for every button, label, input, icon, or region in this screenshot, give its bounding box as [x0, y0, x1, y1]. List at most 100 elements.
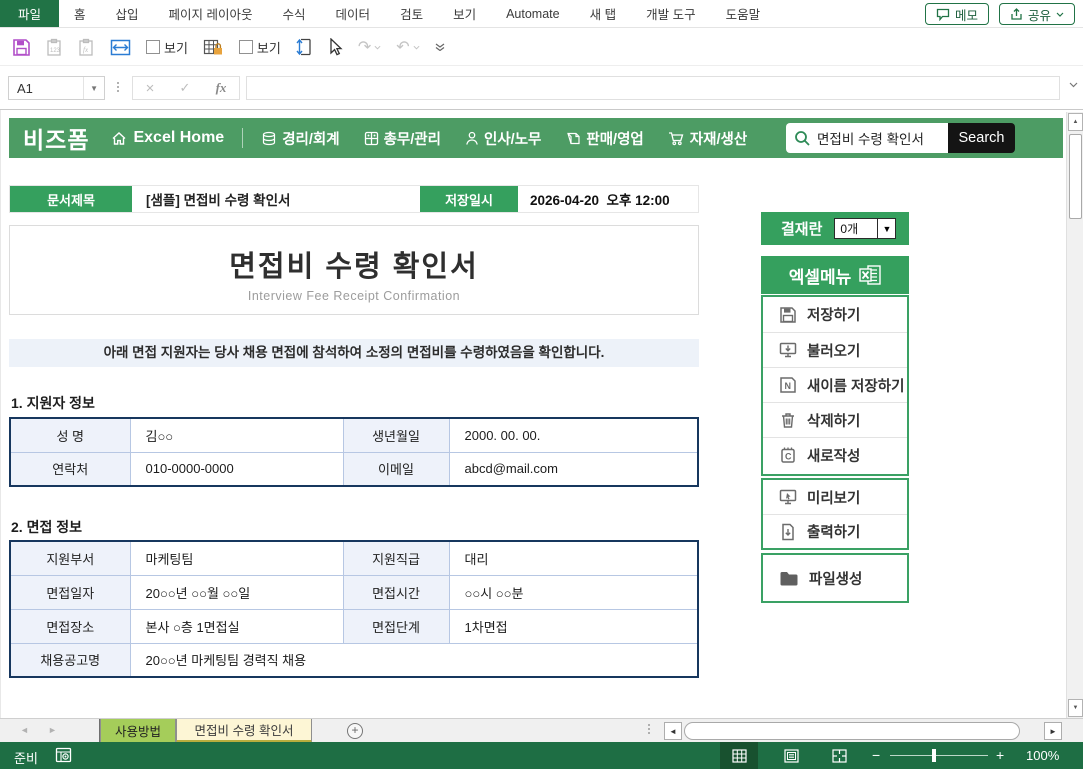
- confirm-entry-icon[interactable]: ✓: [180, 80, 191, 96]
- menu-materials[interactable]: 자재/생산: [668, 128, 747, 149]
- save-icon: [779, 306, 797, 324]
- applicant-info-table: 성 명 김○○ 생년월일 2000. 00. 00. 연락처 010-0000-…: [9, 417, 699, 487]
- excel-home-link[interactable]: Excel Home: [111, 129, 224, 147]
- load-menu-button[interactable]: 불러오기: [763, 332, 907, 367]
- print-menu-button[interactable]: 출력하기: [763, 514, 907, 548]
- scroll-left-icon[interactable]: ◄: [664, 722, 682, 740]
- cursor-icon[interactable]: [328, 38, 343, 57]
- cancel-entry-icon[interactable]: ×: [146, 80, 155, 97]
- ledger-icon: [261, 131, 277, 146]
- delete-icon: [779, 411, 797, 429]
- paste-values-icon[interactable]: 123: [46, 38, 63, 57]
- section2-heading: 2. 면접 정보: [11, 517, 82, 537]
- approval-count-dropdown[interactable]: 0개 ▼: [834, 218, 896, 239]
- tab-formulas[interactable]: 수식: [268, 0, 321, 27]
- name-box[interactable]: A1 ▼: [8, 76, 105, 100]
- undo-button[interactable]: ↶: [396, 37, 419, 57]
- table-row: 채용공고명 20○○년 마케팅팀 경력직 채용: [10, 643, 698, 677]
- add-sheet-icon[interactable]: +: [347, 723, 363, 739]
- menu-accounting[interactable]: 경리/회계: [261, 128, 339, 149]
- page-break-view-icon[interactable]: [820, 742, 858, 769]
- search-input[interactable]: [817, 131, 935, 146]
- scrollbar-resize-handle[interactable]: [648, 724, 650, 734]
- row-height-icon[interactable]: [296, 37, 313, 57]
- sheet-nav-right-icon[interactable]: ►: [48, 725, 57, 735]
- scroll-right-icon[interactable]: ►: [1044, 722, 1062, 740]
- preview-menu-button[interactable]: 미리보기: [763, 480, 907, 514]
- table-row: 연락처 010-0000-0000 이메일 abcd@mail.com: [10, 452, 698, 486]
- menu-sales[interactable]: 판매/영업: [565, 128, 643, 149]
- name-box-dropdown-icon[interactable]: ▼: [83, 77, 104, 99]
- zoom-level[interactable]: 100%: [1026, 748, 1059, 763]
- save-menu-button[interactable]: 저장하기: [763, 297, 907, 332]
- zoom-out-icon[interactable]: −: [872, 747, 880, 763]
- toolbar-overflow-icon[interactable]: [435, 43, 445, 51]
- menu-general-affairs[interactable]: 총무/관리: [364, 128, 441, 149]
- tab-data[interactable]: 데이터: [321, 0, 386, 27]
- insert-function-icon[interactable]: fx: [216, 80, 227, 96]
- redo-button[interactable]: ↷: [358, 37, 381, 57]
- protect-sheet-icon[interactable]: [203, 38, 224, 57]
- comments-button[interactable]: 메모: [925, 3, 989, 25]
- saved-at-value: 2026-04-20 오후 12:00: [518, 186, 698, 212]
- normal-view-icon[interactable]: [720, 742, 758, 769]
- macro-record-icon[interactable]: [55, 747, 72, 763]
- tab-review[interactable]: 검토: [385, 0, 438, 27]
- zoom-in-icon[interactable]: +: [996, 747, 1004, 763]
- svg-text:123: 123: [50, 48, 61, 54]
- scroll-down-icon[interactable]: ▼: [1068, 699, 1083, 717]
- menu-hr-labor[interactable]: 인사/노무: [465, 128, 541, 149]
- vertical-scrollbar-thumb[interactable]: [1069, 134, 1082, 219]
- column-width-icon[interactable]: [110, 38, 131, 57]
- sheet-tab-bar: ◄ ► 사용방법 면접비 수령 확인서 + ◄ ►: [0, 718, 1083, 742]
- vertical-scrollbar[interactable]: ▲ ▼: [1066, 112, 1083, 718]
- delete-menu-button[interactable]: 삭제하기: [763, 402, 907, 437]
- zoom-slider-track[interactable]: [890, 755, 988, 756]
- sheet-tab-usage[interactable]: 사용방법: [100, 719, 176, 743]
- save-icon[interactable]: [12, 38, 31, 57]
- horizontal-scrollbar-thumb[interactable]: [684, 722, 1020, 740]
- interview-info-table: 지원부서 마케팅팀 지원직급 대리 면접일자 20○○년 ○○월 ○○일 면접시…: [9, 540, 699, 678]
- new-document-menu-button[interactable]: C 새로작성: [763, 437, 907, 472]
- scroll-up-icon[interactable]: ▲: [1068, 113, 1083, 131]
- excel-window: 파일 홈 삽입 페이지 레이아웃 수식 데이터 검토 보기 Automate 새…: [0, 0, 1083, 769]
- tab-help[interactable]: 도움말: [711, 0, 776, 27]
- page-layout-view-icon[interactable]: [772, 742, 810, 769]
- svg-text:C: C: [785, 452, 792, 462]
- bizforms-logo[interactable]: 비즈폼: [23, 121, 89, 155]
- tab-new-tab[interactable]: 새 탭: [575, 0, 631, 27]
- zoom-slider-handle[interactable]: [932, 749, 936, 762]
- tab-automate[interactable]: Automate: [491, 0, 575, 27]
- share-icon: [1010, 8, 1023, 21]
- tab-home[interactable]: 홈: [59, 0, 101, 27]
- doc-title-value: [샘플] 면접비 수령 확인서: [132, 186, 420, 212]
- search-box: [786, 123, 948, 153]
- view-checkbox-2-label: 보기: [257, 38, 281, 57]
- approval-line-control: 결재란 0개 ▼: [761, 212, 909, 245]
- paste-formulas-icon[interactable]: fx: [78, 38, 95, 57]
- tab-view[interactable]: 보기: [438, 0, 491, 27]
- cart-icon: [668, 131, 685, 146]
- formula-input[interactable]: [246, 76, 1060, 100]
- grid-icon: [364, 131, 379, 146]
- comment-icon: [936, 8, 950, 21]
- save-as-menu-button[interactable]: N 새이름 저장하기: [763, 367, 907, 402]
- new-doc-icon: C: [779, 446, 797, 464]
- tab-insert[interactable]: 삽입: [101, 0, 154, 27]
- tab-developer[interactable]: 개발 도구: [631, 0, 710, 27]
- tab-page-layout[interactable]: 페이지 레이아웃: [154, 0, 268, 27]
- view-checkbox-1[interactable]: [146, 40, 160, 54]
- dropdown-arrow-icon[interactable]: ▼: [877, 219, 895, 238]
- doc-title-label: 문서제목: [10, 186, 132, 212]
- formula-bar-handle[interactable]: [117, 82, 119, 92]
- home-icon: [111, 131, 127, 146]
- search-button[interactable]: Search: [948, 123, 1015, 153]
- file-create-menu-button[interactable]: 파일생성: [763, 555, 907, 601]
- sheet-nav-left-icon[interactable]: ◄: [20, 725, 29, 735]
- sheet-tab-active[interactable]: 면접비 수령 확인서: [176, 719, 312, 743]
- view-checkbox-2[interactable]: [239, 40, 253, 54]
- tab-file[interactable]: 파일: [0, 0, 59, 27]
- formula-bar-expand-icon[interactable]: [1069, 82, 1078, 88]
- share-button[interactable]: 공유: [999, 3, 1075, 25]
- preview-icon: [779, 488, 797, 506]
